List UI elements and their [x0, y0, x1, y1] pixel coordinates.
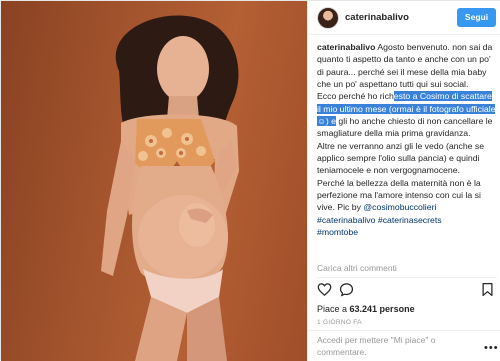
post-sidebar: caterinabalivo Segui caterinabalivo Agos… — [307, 1, 500, 361]
post-header: caterinabalivo Segui — [308, 1, 500, 35]
avatar[interactable] — [317, 7, 339, 29]
comment-box: Accedi per mettere "Mi piace" o commenta… — [308, 330, 500, 361]
caption-paragraph-3: Altre ne verranno anzi gli le vedo (anch… — [317, 140, 485, 176]
caption-hashtags-2: #momtobe — [317, 226, 497, 238]
follow-button[interactable]: Segui — [457, 8, 496, 27]
bookmark-icon[interactable] — [480, 282, 495, 297]
likes-number-link[interactable]: 63.241 persone — [350, 304, 415, 314]
hashtag-link[interactable]: #caterinasecrets — [378, 215, 442, 225]
more-options-icon[interactable]: ••• — [484, 342, 499, 354]
username-link[interactable]: caterinabalivo — [345, 12, 409, 23]
mention-link[interactable]: @cosimobuccolieri — [363, 202, 436, 212]
caption-hashtags-1: #caterinabalivo #caterinasecrets — [317, 214, 497, 226]
caption-username[interactable]: caterinabalivo — [317, 42, 375, 52]
likes-count: Piace a 63.241 persone — [317, 304, 415, 314]
comment-icon[interactable] — [339, 282, 354, 297]
caption-text-2a: Ecco perché ho rich — [317, 91, 394, 102]
likes-prefix: Piace a — [317, 304, 350, 314]
caption-paragraph-1: caterinabalivo Agosto benvenuto. non sai… — [317, 41, 497, 90]
action-bar — [308, 279, 500, 301]
caption-text-2b: gli ho anche chiesto di non cancellare l… — [317, 116, 493, 139]
instagram-post: caterinabalivo Segui caterinabalivo Agos… — [0, 0, 500, 361]
caption-paragraph-4: Perché la bellezza della maternità non è… — [317, 177, 497, 214]
heart-icon[interactable] — [317, 282, 332, 297]
post-caption: caterinabalivo Agosto benvenuto. non sai… — [317, 41, 497, 239]
divider — [317, 277, 497, 278]
post-photo[interactable] — [1, 1, 307, 361]
hashtag-link[interactable]: #caterinabalivo — [317, 215, 375, 225]
pregnant-woman-photo — [101, 15, 239, 361]
hashtag-link[interactable]: #momtobe — [317, 227, 358, 237]
login-to-comment-prompt[interactable]: Accedi per mettere "Mi piace" o commenta… — [317, 335, 477, 358]
load-more-comments-link[interactable]: Carica altri commenti — [317, 263, 397, 273]
post-timestamp: 1 GIORNO FA — [317, 319, 362, 326]
caption-paragraph-2: Ecco perché ho richesto a Cosimo di scat… — [317, 90, 497, 139]
